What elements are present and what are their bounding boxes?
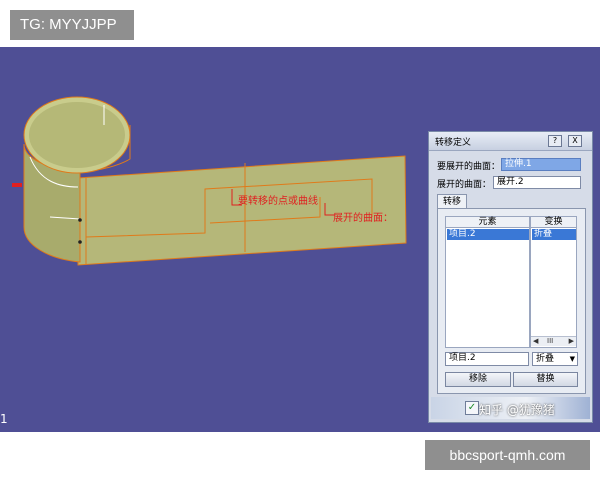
transform-select[interactable]: 折叠 ▼ bbox=[532, 352, 578, 366]
watermark-text: 知乎 @犹豫猪 bbox=[479, 403, 555, 417]
ok-button[interactable]: ✓ bbox=[465, 401, 479, 415]
scroll-right-arrow-icon[interactable]: ▶ bbox=[569, 337, 574, 346]
replace-button[interactable]: 替换 bbox=[513, 372, 578, 387]
unfolded-surface-field[interactable]: 展开.2 bbox=[493, 176, 581, 189]
dialog-titlebar[interactable]: 转移定义 ? X bbox=[429, 132, 592, 151]
list-item-transform[interactable]: 折叠 bbox=[532, 229, 576, 240]
surface-to-unfold-label: 要展开的曲面： bbox=[437, 162, 501, 172]
dialog-footer: ✓ 知乎 @犹豫猪 bbox=[431, 397, 590, 419]
surface-to-unfold-field[interactable]: 拉伸.1 bbox=[501, 158, 581, 171]
scroll-thumb[interactable]: III bbox=[547, 337, 553, 346]
element-list[interactable]: 项目.2 bbox=[445, 227, 530, 348]
transform-select-value: 折叠 bbox=[536, 354, 555, 364]
corner-number: 1 bbox=[0, 412, 8, 426]
transform-list[interactable]: 折叠 ◀ III ▶ bbox=[530, 227, 577, 348]
bottom-right-badge: bbcsport-qmh.com bbox=[425, 440, 590, 470]
top-left-badge: TG: MYYJJPP bbox=[10, 10, 134, 40]
dialog-title: 转移定义 bbox=[435, 138, 472, 148]
transfer-definition-dialog: 转移定义 ? X 要展开的曲面： 拉伸.1 展开的曲面： 展开.2 转移 元素 … bbox=[428, 131, 593, 423]
horizontal-scrollbar[interactable]: ◀ III ▶ bbox=[531, 336, 576, 346]
close-button[interactable]: X bbox=[568, 135, 582, 147]
remove-button[interactable]: 移除 bbox=[445, 372, 511, 387]
tab-transfer[interactable]: 转移 bbox=[437, 194, 467, 209]
unfolded-surface-annotation: 展开的曲面： bbox=[333, 213, 393, 224]
unfolded-surface-label: 展开的曲面： bbox=[437, 180, 492, 190]
list-item-element[interactable]: 项目.2 bbox=[447, 229, 529, 240]
translate-curve-annotation: 要转移的点或曲线 bbox=[238, 196, 318, 207]
scroll-left-arrow-icon[interactable]: ◀ bbox=[533, 337, 538, 346]
chevron-down-icon: ▼ bbox=[569, 355, 575, 363]
help-button[interactable]: ? bbox=[548, 135, 562, 147]
element-edit-field[interactable]: 项目.2 bbox=[445, 352, 529, 366]
